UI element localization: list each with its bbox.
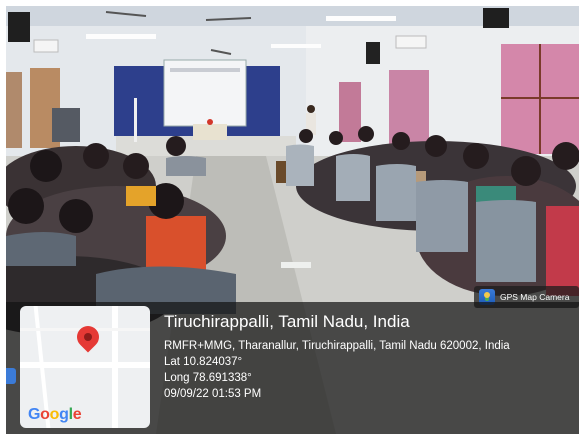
- city-title: Tiruchirappalli, Tamil Nadu, India: [164, 312, 410, 331]
- google-logo: Google: [28, 406, 82, 423]
- app-label: GPS Map Camera: [500, 292, 570, 302]
- latitude: Lat 10.824037°: [164, 356, 243, 368]
- location-pin-icon: [72, 321, 104, 353]
- photo-frame: GPS Map Camera Google Tiruchirappalli, T…: [6, 6, 579, 434]
- location-info: Tiruchirappalli, Tamil Nadu, India RMFR+…: [164, 312, 574, 404]
- longitude: Long 78.691338°: [164, 372, 252, 384]
- datetime: 09/09/22 01:53 PM: [164, 388, 262, 400]
- map-thumbnail: Google: [20, 306, 150, 428]
- address-line: RMFR+MMG, Tharanallur, Tiruchirappalli, …: [164, 340, 510, 352]
- side-tab-icon: [6, 368, 16, 384]
